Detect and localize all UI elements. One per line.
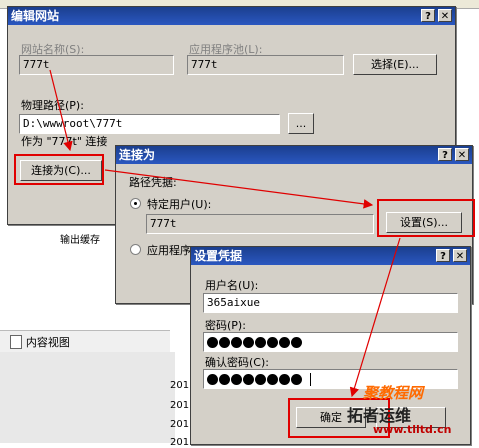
arrow-settings-to-ok [349, 237, 401, 398]
watermark-url: www.tlltd.cn [373, 423, 452, 436]
watermark: 聚教程网 拓者运维 www.tlltd.cn [347, 378, 479, 443]
arrow-connect-to-settings [104, 169, 374, 209]
watermark-text1: 聚教程网 [363, 384, 424, 402]
annotation-arrows [49, 69, 401, 398]
arrow-path-to-connect [49, 69, 73, 152]
